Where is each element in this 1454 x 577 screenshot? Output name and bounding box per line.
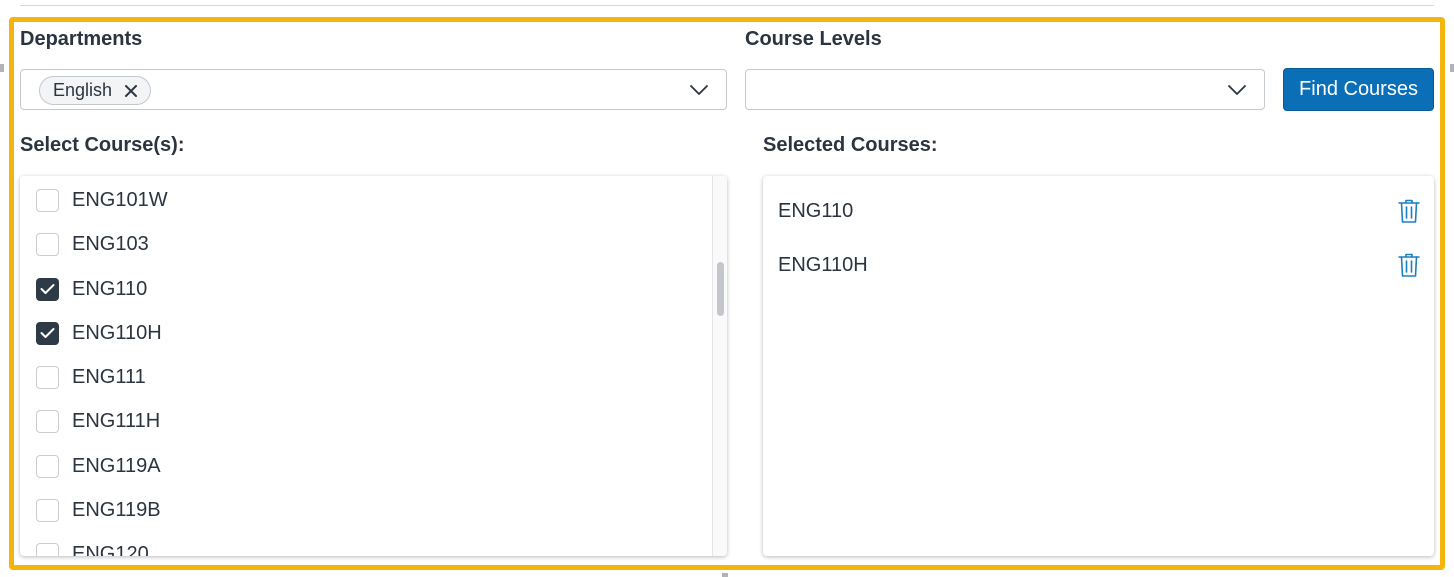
selected-course-label: ENG110 bbox=[778, 199, 854, 222]
chevron-down-icon[interactable] bbox=[690, 81, 708, 99]
course-label: ENG119A bbox=[72, 454, 161, 477]
bottom-resize-marker bbox=[722, 573, 728, 577]
top-divider bbox=[20, 5, 1434, 6]
select-courses-title: Select Course(s): bbox=[20, 134, 185, 156]
course-label: ENG110H bbox=[72, 321, 162, 344]
departments-select[interactable]: English bbox=[20, 69, 727, 110]
selected-course-eng110h: ENG110H bbox=[778, 249, 1421, 281]
selected-courses-list: ENG110 ENG110H bbox=[763, 176, 1434, 556]
course-item-eng119b[interactable]: ENG119B bbox=[36, 495, 161, 525]
scrollbar-thumb[interactable] bbox=[717, 262, 724, 316]
checkbox[interactable] bbox=[36, 232, 59, 256]
course-label: ENG120 bbox=[72, 542, 149, 557]
checkbox[interactable] bbox=[36, 454, 59, 478]
trash-icon[interactable] bbox=[1397, 198, 1421, 224]
selected-course-label: ENG110H bbox=[778, 253, 868, 276]
checkbox[interactable] bbox=[36, 188, 59, 212]
check-icon bbox=[40, 328, 55, 338]
selected-courses-title: Selected Courses: bbox=[763, 134, 938, 156]
chip-label: English bbox=[53, 80, 113, 100]
departments-label: Departments bbox=[20, 28, 143, 50]
course-list[interactable]: ENG101W ENG103 ENG110 ENG110H ENG111 ENG… bbox=[20, 176, 727, 556]
course-item-eng111[interactable]: ENG111 bbox=[36, 362, 146, 392]
scrollbar[interactable] bbox=[712, 176, 727, 556]
course-label: ENG110 bbox=[72, 277, 148, 300]
course-item-eng111h[interactable]: ENG111H bbox=[36, 406, 160, 436]
course-item-eng119a[interactable]: ENG119A bbox=[36, 451, 161, 481]
checkbox[interactable] bbox=[36, 409, 59, 433]
course-item-eng103[interactable]: ENG103 bbox=[36, 229, 149, 259]
trash-icon[interactable] bbox=[1397, 252, 1421, 278]
chevron-down-icon[interactable] bbox=[1228, 81, 1246, 99]
course-label: ENG119B bbox=[72, 498, 161, 521]
close-icon[interactable] bbox=[124, 84, 138, 98]
checkbox[interactable] bbox=[36, 542, 59, 556]
course-item-eng110h[interactable]: ENG110H bbox=[36, 318, 162, 348]
selected-course-eng110: ENG110 bbox=[778, 195, 1421, 227]
course-label: ENG101W bbox=[72, 188, 168, 211]
find-courses-button[interactable]: Find Courses bbox=[1283, 68, 1434, 111]
course-levels-select[interactable] bbox=[745, 69, 1265, 110]
department-chip-english: English bbox=[39, 76, 152, 105]
course-levels-label: Course Levels bbox=[745, 28, 882, 50]
course-label: ENG103 bbox=[72, 232, 149, 255]
left-edge-marker bbox=[0, 64, 4, 72]
checkbox[interactable] bbox=[36, 365, 59, 389]
course-label: ENG111 bbox=[72, 365, 146, 388]
course-label: ENG111H bbox=[72, 409, 161, 432]
checkbox-checked[interactable] bbox=[36, 321, 59, 345]
course-item-eng101w[interactable]: ENG101W bbox=[36, 185, 168, 215]
checkbox-checked[interactable] bbox=[36, 277, 59, 301]
course-item-eng120[interactable]: ENG120 bbox=[36, 539, 149, 556]
right-edge-marker bbox=[1450, 64, 1454, 72]
check-icon bbox=[40, 284, 55, 294]
course-item-eng110[interactable]: ENG110 bbox=[36, 274, 147, 304]
checkbox[interactable] bbox=[36, 498, 59, 522]
